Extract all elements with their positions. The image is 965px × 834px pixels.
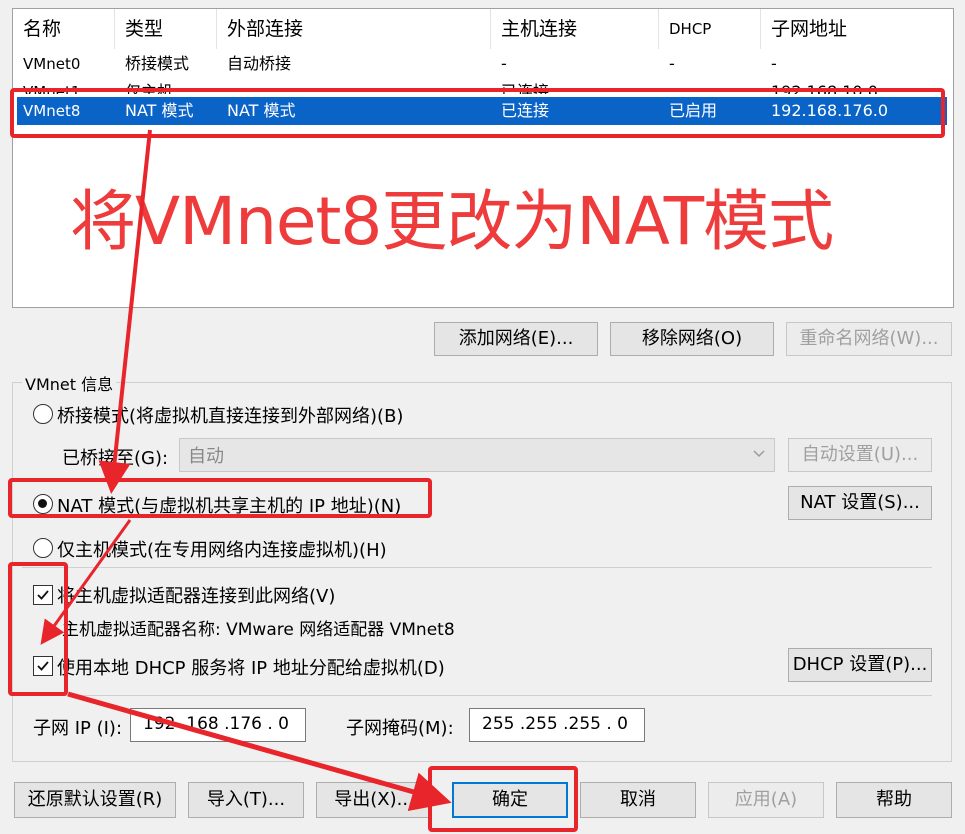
arrow-to-checkbox [40,519,132,645]
arrow-to-nat [98,129,152,494]
annotation-arrows [40,129,452,812]
arrow-to-ok [67,691,452,812]
